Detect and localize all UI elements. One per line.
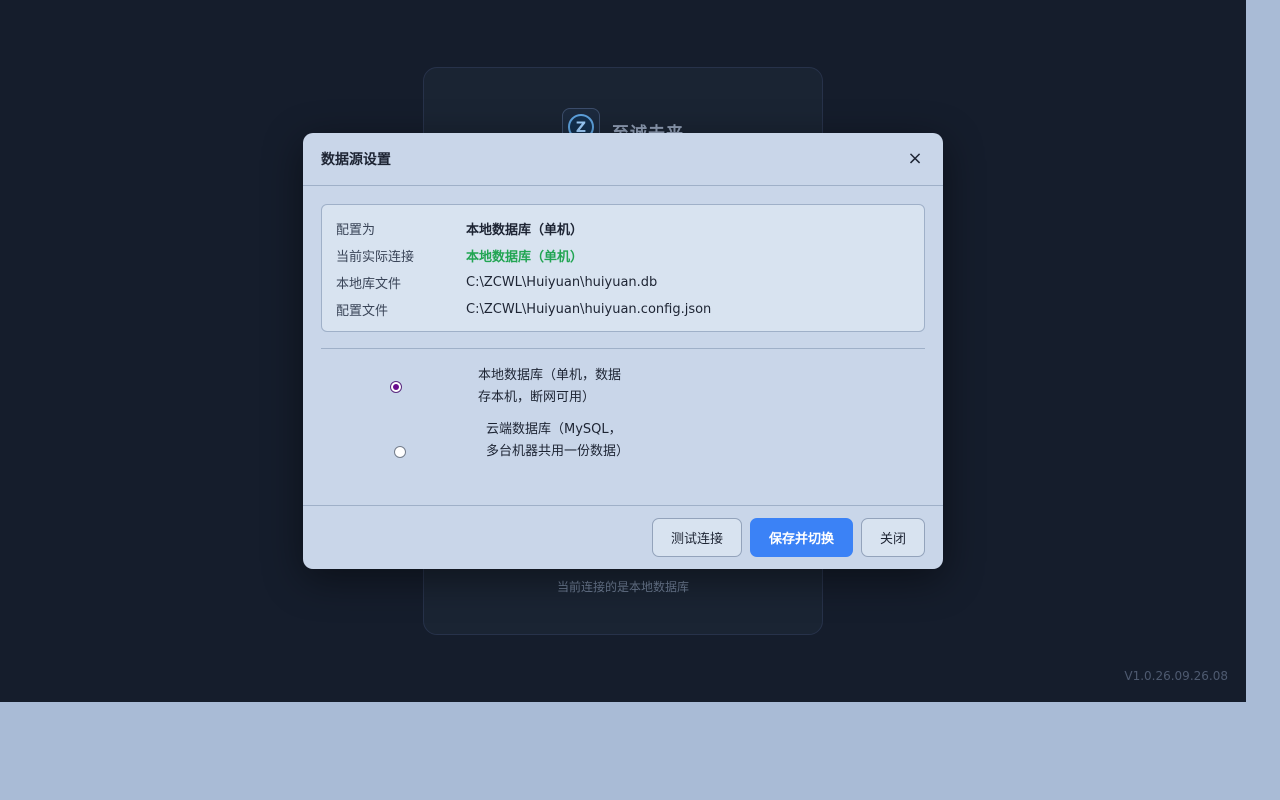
save-and-switch-button[interactable]: 保存并切换 [749, 518, 853, 557]
connection-info-box: 配置为 本地数据库（单机） 当前实际连接 本地数据库（单机） 本地库文件 C:\… [321, 204, 925, 332]
info-value-config-file: C:\ZCWL\Huiyuan\huiyuan.config.json [466, 302, 712, 317]
info-value-actual: 本地数据库（单机） [466, 250, 584, 265]
info-row-actual: 当前实际连接 本地数据库（单机） [336, 242, 910, 269]
info-value-configured: 本地数据库（单机） [466, 223, 584, 238]
info-label: 配置文件 [336, 304, 389, 319]
test-connection-button[interactable]: 测试连接 [651, 518, 742, 557]
info-label: 本地库文件 [336, 277, 402, 292]
dialog-title: 数据源设置 [321, 152, 391, 168]
connection-hint: 当前连接的是本地数据库 [556, 580, 689, 594]
info-row-configured: 配置为 本地数据库（单机） [336, 215, 910, 242]
data-source-dialog: 数据源设置 × 配置为 本地数据库（单机） 当前实际连接 本地数据库（单机） 本… [303, 133, 943, 569]
info-value-db-file: C:\ZCWL\Huiyuan\huiyuan.db [466, 275, 658, 290]
data-source-options: 本地数据库（单机，数据存本机，断网可用） 云端数据库（MySQL，多台机器共用一… [303, 349, 943, 505]
info-label: 当前实际连接 [336, 250, 415, 265]
close-icon[interactable]: × [905, 149, 925, 169]
radio-local-db[interactable] [390, 381, 402, 393]
info-label: 配置为 [336, 223, 376, 238]
radio-cloud-db[interactable] [394, 446, 406, 458]
info-row-db-file: 本地库文件 C:\ZCWL\Huiyuan\huiyuan.db [336, 269, 910, 296]
version-label: V1.0.26.09.26.08 [1124, 669, 1228, 683]
info-row-config-file: 配置文件 C:\ZCWL\Huiyuan\huiyuan.config.json [336, 296, 910, 323]
option-cloud-db-label[interactable]: 云端数据库（MySQL，多台机器共用一份数据） [486, 419, 631, 463]
close-button[interactable]: 关闭 [860, 518, 925, 557]
option-local-db-label[interactable]: 本地数据库（单机，数据存本机，断网可用） [478, 365, 628, 409]
dialog-footer: 测试连接 保存并切换 关闭 [303, 505, 943, 569]
dialog-header: 数据源设置 × [303, 133, 943, 186]
